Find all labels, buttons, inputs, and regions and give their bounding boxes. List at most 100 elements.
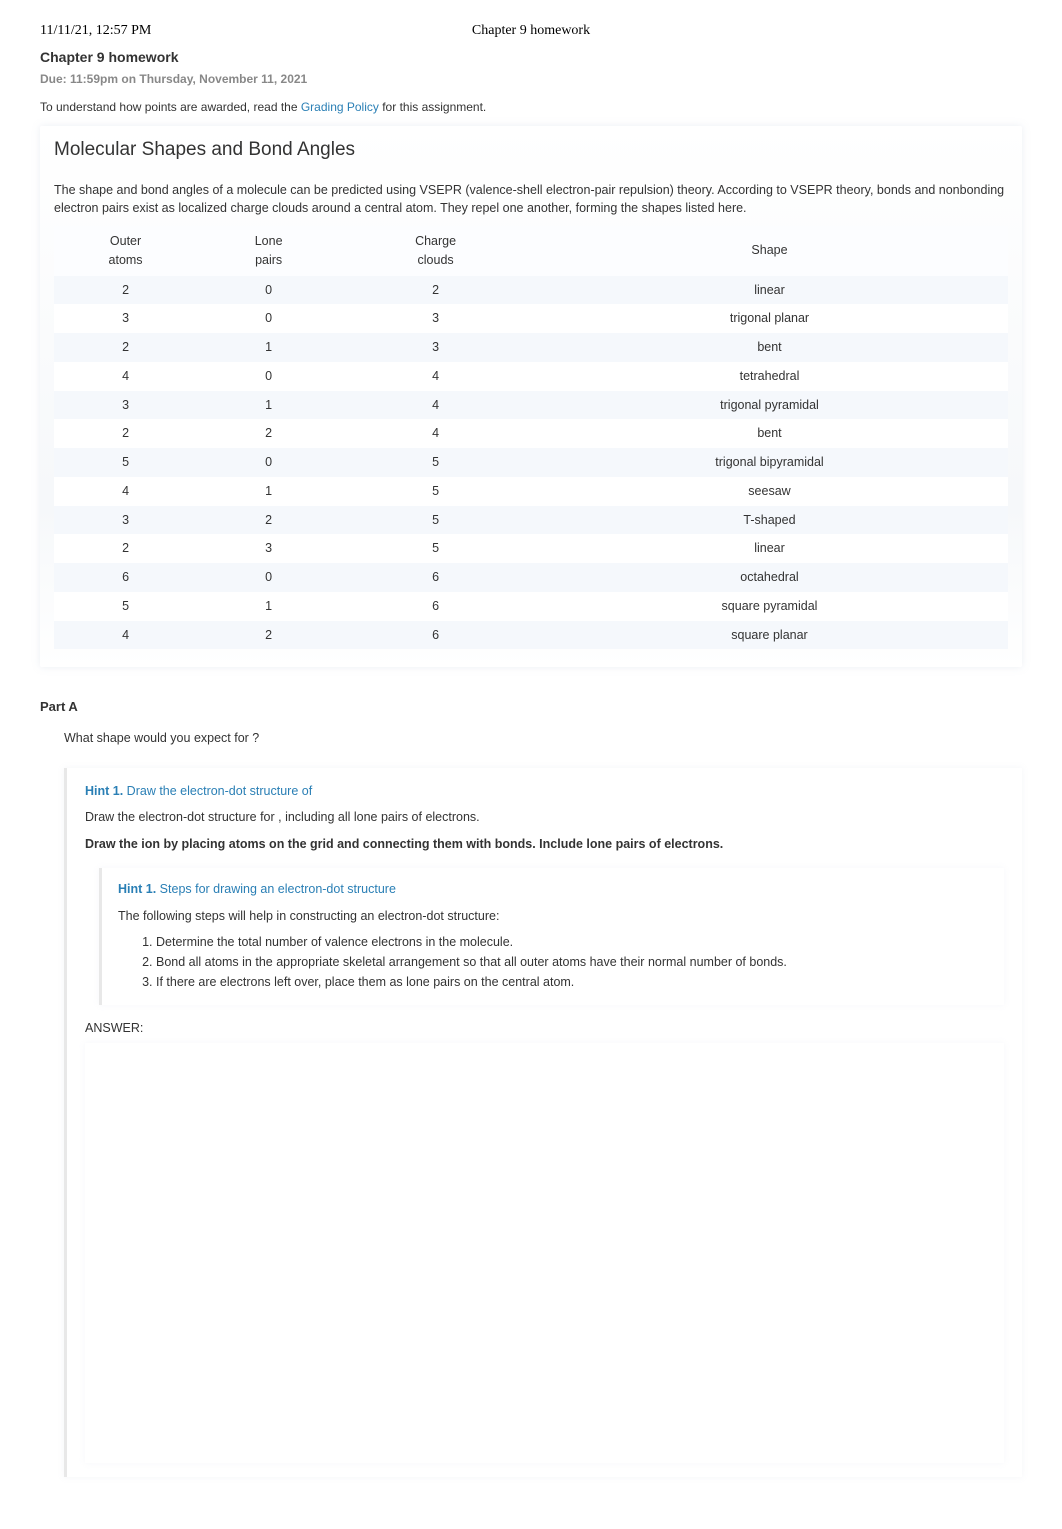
cell-charge: 6 [340, 592, 531, 621]
cell-shape: linear [531, 534, 1008, 563]
hint-1-inner-box: Hint 1. Steps for drawing an electron-do… [99, 868, 1004, 1005]
cell-charge: 5 [340, 477, 531, 506]
table-row: 505trigonal bipyramidal [54, 448, 1008, 477]
table-row: 606octahedral [54, 563, 1008, 592]
hint-1-inner-num: Hint 1. [118, 882, 156, 896]
cell-outer: 2 [54, 534, 197, 563]
cell-charge: 3 [340, 333, 531, 362]
cell-lone: 0 [197, 563, 340, 592]
th-charge: Chargeclouds [340, 226, 531, 276]
cell-outer: 3 [54, 506, 197, 535]
cell-charge: 3 [340, 304, 531, 333]
cell-lone: 0 [197, 448, 340, 477]
cell-lone: 0 [197, 362, 340, 391]
table-row: 224bent [54, 419, 1008, 448]
cell-shape: square planar [531, 621, 1008, 650]
cell-outer: 5 [54, 592, 197, 621]
cell-shape: bent [531, 333, 1008, 362]
print-title-center: Chapter 9 homework [472, 20, 590, 41]
cell-charge: 2 [340, 276, 531, 305]
cell-charge: 5 [340, 506, 531, 535]
due-date: Due: 11:59pm on Thursday, November 11, 2… [40, 70, 1022, 88]
list-item: If there are electrons left over, place … [156, 973, 988, 992]
cell-outer: 4 [54, 477, 197, 506]
points-prefix: To understand how points are awarded, re… [40, 100, 301, 114]
grading-policy-link[interactable]: Grading Policy [301, 100, 379, 114]
vsepr-table: Outeratoms Lonepairs Chargeclouds Shape … [54, 226, 1008, 649]
print-timestamp: 11/11/21, 12:57 PM [40, 20, 151, 41]
cell-lone: 0 [197, 276, 340, 305]
section-title: Molecular Shapes and Bond Angles [54, 136, 1008, 165]
th-shape: Shape [531, 226, 1008, 276]
hint-1-p1: Draw the electron-dot structure for , in… [85, 808, 1004, 827]
cell-lone: 1 [197, 592, 340, 621]
cell-shape: tetrahedral [531, 362, 1008, 391]
cell-lone: 1 [197, 391, 340, 420]
cell-outer: 4 [54, 621, 197, 650]
table-row: 516square pyramidal [54, 592, 1008, 621]
table-row: 426square planar [54, 621, 1008, 650]
part-a-label: Part A [40, 697, 1022, 717]
points-line: To understand how points are awarded, re… [40, 98, 1022, 116]
cell-shape: trigonal planar [531, 304, 1008, 333]
table-row: 415seesaw [54, 477, 1008, 506]
hint-1-num: Hint 1. [85, 784, 123, 798]
hint-1-inner-title[interactable]: Hint 1. Steps for drawing an electron-do… [118, 880, 988, 899]
cell-shape: trigonal pyramidal [531, 391, 1008, 420]
cell-charge: 5 [340, 448, 531, 477]
assignment-title: Chapter 9 homework [40, 47, 1022, 68]
cell-outer: 2 [54, 276, 197, 305]
cell-charge: 6 [340, 563, 531, 592]
cell-charge: 5 [340, 534, 531, 563]
cell-shape: octahedral [531, 563, 1008, 592]
th-outer: Outeratoms [54, 226, 197, 276]
part-a-question: What shape would you expect for ? [64, 729, 1022, 748]
steps-list: Determine the total number of valence el… [156, 933, 988, 991]
cell-charge: 4 [340, 419, 531, 448]
table-row: 404tetrahedral [54, 362, 1008, 391]
cell-shape: square pyramidal [531, 592, 1008, 621]
cell-outer: 5 [54, 448, 197, 477]
cell-lone: 2 [197, 419, 340, 448]
answer-area[interactable] [85, 1043, 1004, 1463]
th-lone: Lonepairs [197, 226, 340, 276]
cell-shape: T-shaped [531, 506, 1008, 535]
table-row: 235linear [54, 534, 1008, 563]
cell-lone: 3 [197, 534, 340, 563]
cell-shape: bent [531, 419, 1008, 448]
table-row: 202linear [54, 276, 1008, 305]
cell-lone: 0 [197, 304, 340, 333]
section-intro: The shape and bond angles of a molecule … [54, 181, 1008, 219]
table-row: 303trigonal planar [54, 304, 1008, 333]
cell-shape: trigonal bipyramidal [531, 448, 1008, 477]
cell-outer: 3 [54, 304, 197, 333]
cell-lone: 2 [197, 621, 340, 650]
cell-charge: 6 [340, 621, 531, 650]
cell-shape: linear [531, 276, 1008, 305]
hint-1-bold: Draw the ion by placing atoms on the gri… [85, 835, 1004, 854]
points-suffix: for this assignment. [379, 100, 486, 114]
cell-charge: 4 [340, 391, 531, 420]
cell-outer: 2 [54, 419, 197, 448]
list-item: Determine the total number of valence el… [156, 933, 988, 952]
table-row: 325T-shaped [54, 506, 1008, 535]
cell-outer: 4 [54, 362, 197, 391]
cell-lone: 1 [197, 333, 340, 362]
cell-lone: 1 [197, 477, 340, 506]
hint-1-box: Hint 1. Draw the electron-dot structure … [64, 768, 1022, 1478]
cell-lone: 2 [197, 506, 340, 535]
cell-charge: 4 [340, 362, 531, 391]
cell-outer: 3 [54, 391, 197, 420]
cell-outer: 6 [54, 563, 197, 592]
hint-1-text: Draw the electron-dot structure of [123, 784, 312, 798]
hint-1-inner-p1: The following steps will help in constru… [118, 907, 988, 926]
cell-shape: seesaw [531, 477, 1008, 506]
table-row: 314trigonal pyramidal [54, 391, 1008, 420]
answer-label: ANSWER: [85, 1019, 1004, 1038]
cell-outer: 2 [54, 333, 197, 362]
list-item: Bond all atoms in the appropriate skelet… [156, 953, 988, 972]
hint-1-inner-text: Steps for drawing an electron-dot struct… [156, 882, 396, 896]
table-row: 213bent [54, 333, 1008, 362]
hint-1-title[interactable]: Hint 1. Draw the electron-dot structure … [85, 782, 1004, 801]
section-box: Molecular Shapes and Bond Angles The sha… [40, 126, 1022, 667]
